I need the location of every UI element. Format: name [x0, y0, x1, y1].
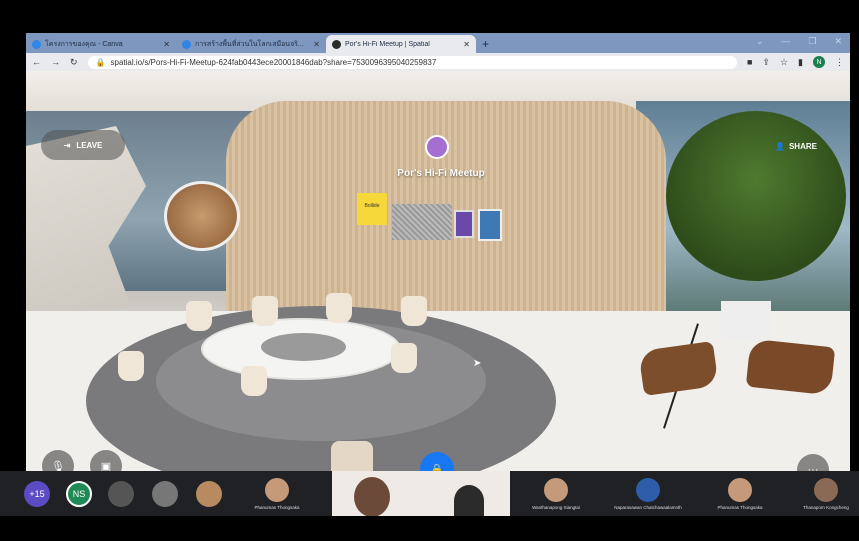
- participant-tile[interactable]: Phanumas Thongsaka: [222, 471, 332, 516]
- lounge-chair: [745, 338, 836, 396]
- close-window-icon[interactable]: ✕: [834, 36, 842, 47]
- speaker-face: [354, 477, 390, 516]
- mic-off-icon: 🎙: [51, 460, 65, 472]
- spatial-favicon-icon: [332, 39, 341, 49]
- participant-tile[interactable]: Thanaporn Kongcheng: [786, 471, 859, 516]
- lock-icon: 🔒: [430, 463, 444, 472]
- meeting-participants-strip: +15 NS Phanumas Thongsaka Wanthanapong S…: [0, 471, 859, 516]
- mouse-cursor-icon: ➤: [473, 358, 482, 369]
- menu-icon[interactable]: ⋮: [835, 57, 844, 68]
- tab-spatial[interactable]: Por's Hi-Fi Meetup | Spatial ✕: [326, 35, 476, 53]
- active-speaker-video[interactable]: [332, 471, 510, 516]
- tab-canva[interactable]: โครงการของคุณ - Canva ✕: [26, 35, 176, 53]
- table-center: [261, 333, 346, 361]
- back-icon[interactable]: ←: [32, 57, 41, 67]
- reload-icon[interactable]: ↻: [70, 57, 78, 68]
- sidepanel-icon[interactable]: ▮: [798, 57, 803, 68]
- omnibox[interactable]: 🔒 spatial.io/s/Pors-Hi-Fi-Meetup-624fab0…: [87, 55, 737, 69]
- share-button[interactable]: 👤 SHARE: [756, 135, 836, 157]
- more-horizontal-icon: ···: [807, 464, 819, 471]
- chair: [326, 293, 352, 323]
- participant-tile[interactable]: Phanumas Thongsaka: [694, 471, 786, 516]
- photo-frame[interactable]: [454, 210, 474, 238]
- leave-button[interactable]: ⇥ LEAVE: [41, 130, 125, 160]
- chevron-down-icon[interactable]: ⌄: [756, 36, 764, 47]
- new-tab-icon[interactable]: +: [482, 37, 489, 51]
- window-controls: ⌄ — ❐ ✕: [756, 36, 842, 47]
- participant-face: [814, 477, 838, 502]
- screen: โครงการของคุณ - Canva ✕ การสร้างพื้นที่ส…: [0, 0, 859, 541]
- participant-avatar[interactable]: [152, 480, 178, 507]
- toolbar-icons: ■ ⇪ ☆ ▮ N ⋮: [747, 56, 844, 68]
- participant-name: Thanaporn Kongcheng: [803, 504, 849, 510]
- participant-face: [265, 477, 289, 502]
- share-label: SHARE: [788, 141, 817, 151]
- profile-avatar[interactable]: N: [813, 56, 825, 68]
- canva-favicon-icon: [32, 39, 41, 49]
- close-icon[interactable]: ✕: [163, 40, 170, 49]
- tab-label: การสร้างพื้นที่ส่วนในโลกเสมือนจริ...: [195, 40, 304, 48]
- planter: [721, 301, 771, 341]
- star-icon[interactable]: ☆: [780, 57, 788, 68]
- url-text: spatial.io/s/Pors-Hi-Fi-Meetup-624fab044…: [110, 57, 437, 67]
- sticky-note[interactable]: Bollide: [357, 193, 387, 225]
- coffee-cup: [331, 441, 373, 471]
- participant-face: [636, 477, 660, 502]
- space-title: Por's Hi-Fi Meetup: [397, 168, 485, 179]
- tab-bar: โครงการของคุณ - Canva ✕ การสร้างพื้นที่ส…: [26, 33, 850, 53]
- spatial-3d-scene[interactable]: Bollide ➤ ⇥ LEAVE Por's Hi-Fi Meetup 👤 S…: [26, 71, 850, 471]
- address-bar-row: ← → ↻ 🔒 spatial.io/s/Pors-Hi-Fi-Meetup-6…: [26, 53, 850, 71]
- host-avatar[interactable]: [425, 135, 449, 159]
- tab-label: Por's Hi-Fi Meetup | Spatial: [345, 40, 430, 48]
- participant-name: Phanumas Thongsaka: [717, 504, 763, 510]
- close-icon[interactable]: ✕: [463, 40, 470, 49]
- participant-face: [544, 477, 568, 502]
- chair: [241, 366, 267, 396]
- camera-icon[interactable]: ■: [747, 57, 752, 67]
- participant-face: [728, 477, 752, 502]
- chair: [391, 343, 417, 373]
- participant-avatar[interactable]: [196, 480, 222, 507]
- photo-frame[interactable]: [478, 209, 502, 241]
- portal-sphere[interactable]: [164, 181, 240, 251]
- lock-icon: 🔒: [95, 57, 106, 67]
- canva-favicon-icon: [182, 39, 191, 49]
- participant-tile[interactable]: Naparasawan Chatchawaalamnth: [602, 471, 694, 516]
- tab-label: โครงการของคุณ - Canva: [45, 40, 123, 48]
- chair: [118, 351, 144, 381]
- speaker-face: [454, 485, 484, 516]
- share-icon[interactable]: ⇪: [762, 57, 770, 68]
- tab-article[interactable]: การสร้างพื้นที่ส่วนในโลกเสมือนจริ... ✕: [176, 35, 326, 53]
- participant-name: Naparasawan Chatchawaalamnth: [614, 504, 682, 510]
- more-participants-badge[interactable]: +15: [24, 480, 50, 507]
- browser-window: โครงการของคุณ - Canva ✕ การสร้างพื้นที่ส…: [26, 33, 850, 471]
- participant-name: Wanthanapong Siangtai: [532, 504, 580, 510]
- chair: [186, 301, 212, 331]
- maximize-icon[interactable]: ❐: [808, 36, 816, 47]
- leave-label: LEAVE: [76, 140, 103, 150]
- close-icon[interactable]: ✕: [313, 40, 320, 49]
- exit-icon: ⇥: [63, 140, 71, 150]
- minimize-icon[interactable]: —: [781, 36, 790, 47]
- chair: [252, 296, 278, 326]
- self-avatar[interactable]: NS: [66, 480, 92, 507]
- participant-avatar[interactable]: [108, 480, 134, 507]
- participant-tile[interactable]: Wanthanapong Siangtai: [510, 471, 602, 516]
- chair: [401, 296, 427, 326]
- person-add-icon: 👤: [775, 141, 785, 151]
- participant-name: Phanumas Thongsaka: [254, 504, 300, 510]
- forward-icon[interactable]: →: [51, 57, 60, 67]
- artwork-panel[interactable]: [392, 204, 452, 240]
- video-off-icon: ▣: [100, 460, 112, 472]
